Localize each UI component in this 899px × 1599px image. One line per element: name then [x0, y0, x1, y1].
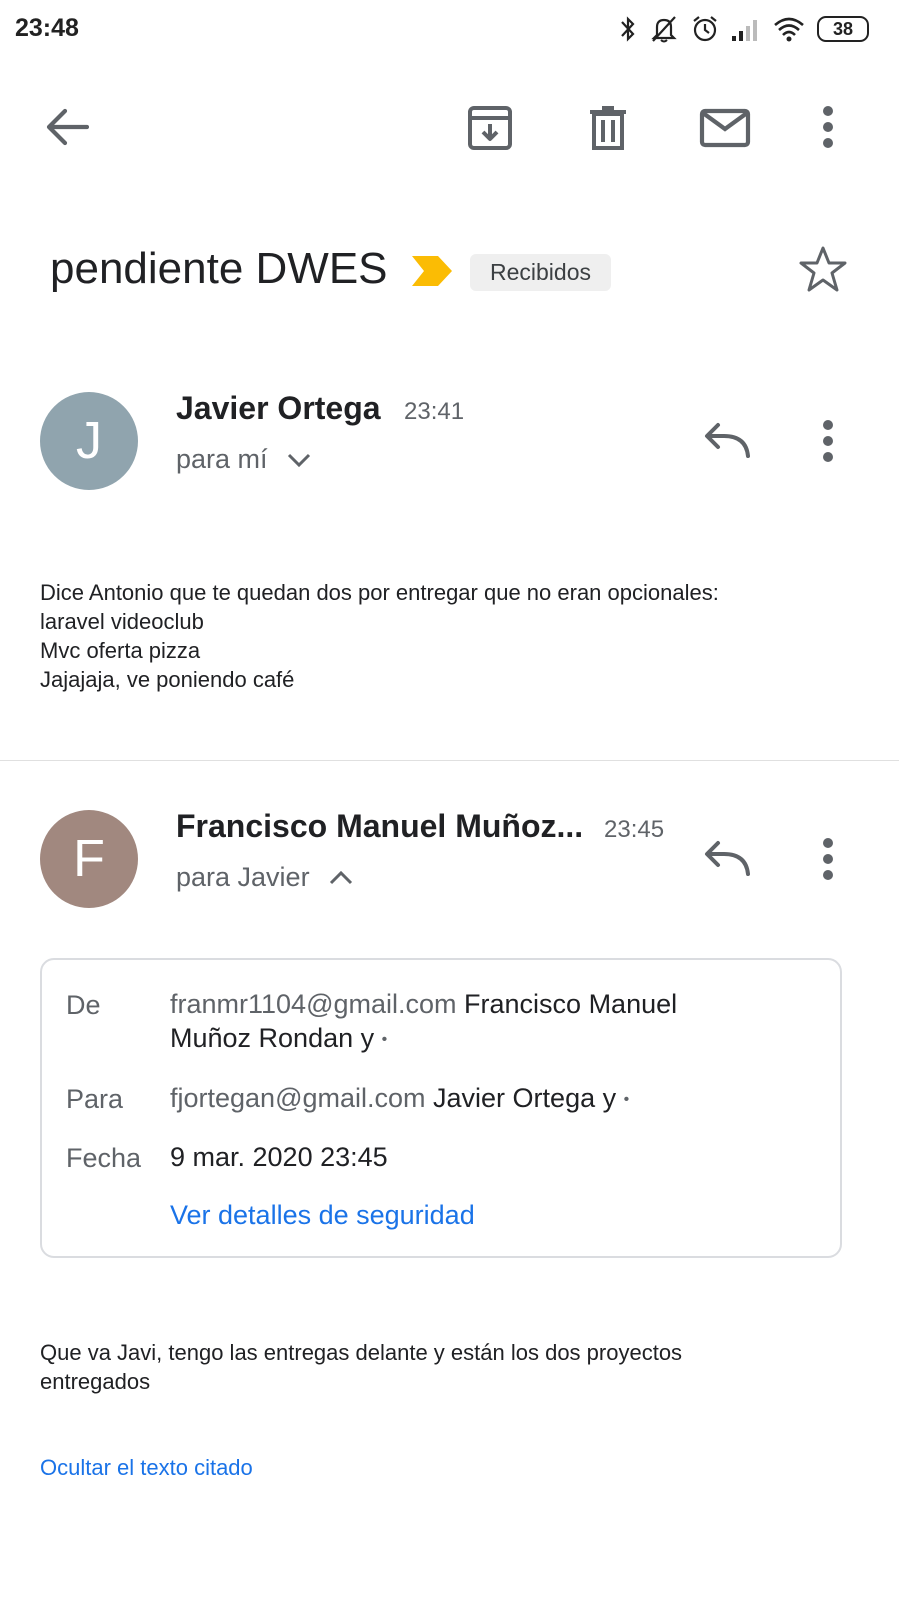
star-icon[interactable]: [798, 245, 848, 298]
message-divider: [0, 760, 899, 761]
body-line: Que va Javi, tengo las entregas delante …: [40, 1340, 683, 1365]
more-vert-icon[interactable]: [808, 100, 848, 154]
more-vert-icon[interactable]: [808, 416, 848, 466]
to-label: Para: [66, 1084, 124, 1114]
reply-icon[interactable]: [700, 836, 752, 880]
wifi-icon: [773, 16, 805, 42]
important-marker-icon[interactable]: [410, 254, 454, 293]
avatar[interactable]: F: [40, 810, 138, 908]
to-name: Javier Ortega y: [433, 1083, 617, 1113]
from-email[interactable]: franmr1104@gmail.com: [170, 989, 457, 1019]
message-body: Dice Antonio que te quedan dos por entre…: [40, 578, 719, 694]
more-vert-icon[interactable]: [808, 834, 848, 884]
from-value: franmr1104@gmail.com Francisco Manuel Mu…: [170, 987, 677, 1057]
body-line: Dice Antonio que te quedan dos por entre…: [40, 580, 719, 605]
sender-name: Javier Ortega: [176, 390, 381, 426]
body-line: entregados: [40, 1369, 151, 1394]
recipient-label: para Javier: [176, 862, 310, 892]
body-line: Mvc oferta pizza: [40, 638, 201, 663]
inbox-label-chip[interactable]: Recibidos: [470, 254, 611, 291]
battery-icon: 38: [817, 16, 869, 42]
status-time: 23:48: [15, 14, 79, 42]
recipient-toggle[interactable]: para mí: [176, 444, 312, 475]
alarm-icon: [691, 14, 719, 44]
message-time: 23:41: [404, 398, 465, 425]
date-label: Fecha: [66, 1143, 142, 1173]
body-line: Jajajaja, ve poniendo café: [40, 667, 295, 692]
body-line: laravel videoclub: [40, 609, 204, 634]
to-value: fjortegan@gmail.com Javier Ortega y •: [170, 1081, 629, 1117]
separator-dot: •: [623, 1090, 630, 1108]
date-value: 9 mar. 2020 23:45: [170, 1142, 388, 1172]
archive-icon[interactable]: [462, 100, 518, 156]
from-name-continued: Muñoz Rondan y: [170, 1023, 375, 1053]
back-arrow-icon[interactable]: [40, 100, 94, 154]
chevron-down-icon: [286, 444, 312, 475]
status-bar: 23:48 38: [0, 0, 899, 60]
signal-icon: [731, 16, 761, 42]
message-body: Que va Javi, tengo las entregas delante …: [40, 1338, 682, 1396]
separator-dot: •: [381, 1030, 388, 1048]
bluetooth-icon: [619, 14, 637, 44]
security-details-link[interactable]: Ver detalles de seguridad: [170, 1200, 475, 1231]
message-details-box: De franmr1104@gmail.com Francisco Manuel…: [40, 958, 842, 1258]
reply-icon[interactable]: [700, 418, 752, 462]
from-name: Francisco Manuel: [464, 989, 678, 1019]
from-label: De: [66, 990, 101, 1020]
status-icons: 38: [619, 14, 869, 44]
recipient-label: para mí: [176, 444, 268, 474]
message-time: 23:45: [604, 816, 665, 843]
mute-icon: [649, 14, 679, 44]
recipient-toggle[interactable]: para Javier: [176, 862, 354, 893]
delete-icon[interactable]: [582, 100, 634, 156]
mark-unread-icon[interactable]: [696, 102, 754, 154]
avatar[interactable]: J: [40, 392, 138, 490]
to-email[interactable]: fjortegan@gmail.com: [170, 1083, 426, 1113]
hide-quoted-text-link[interactable]: Ocultar el texto citado: [40, 1455, 253, 1481]
subject-title: pendiente DWES: [50, 244, 388, 293]
chevron-up-icon: [328, 862, 354, 893]
sender-name: Francisco Manuel Muñoz...: [176, 808, 584, 844]
